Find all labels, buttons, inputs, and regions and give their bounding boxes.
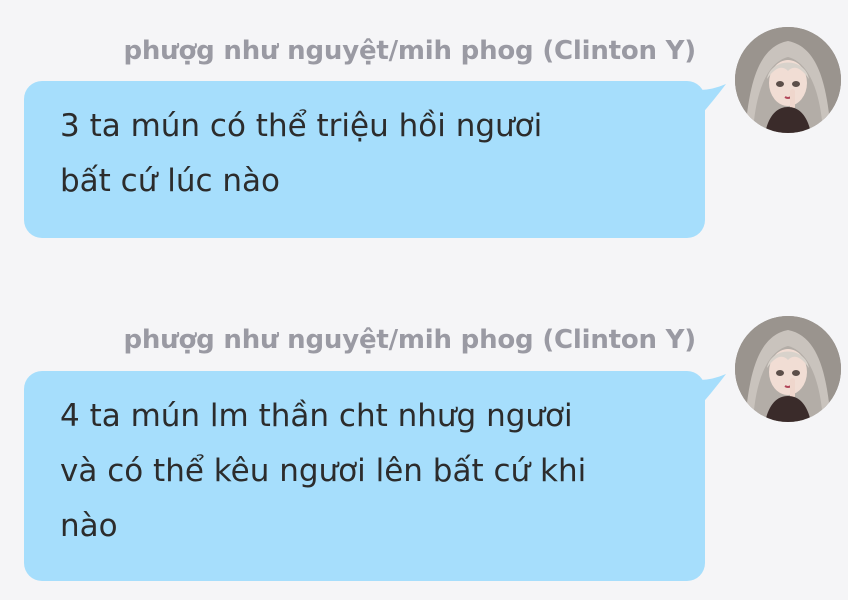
sender-avatar[interactable]: [735, 316, 841, 422]
sender-name: phượg như nguyệt/mih phog (Clinton Y): [123, 325, 696, 355]
anime-girl-avatar-icon: [735, 316, 841, 422]
chat-message: phượg như nguyệt/mih phog (Clinton Y) 4 …: [0, 0, 848, 600]
message-text-line: và có thể kêu ngươi lên bất cứ khi: [60, 453, 587, 489]
message-text-line: nào: [60, 508, 118, 544]
message-text-line: 4 ta mún lm thần cht nhưg ngươi: [60, 398, 573, 434]
message-bubble[interactable]: 4 ta mún lm thần cht nhưg ngươi và có th…: [24, 371, 705, 581]
